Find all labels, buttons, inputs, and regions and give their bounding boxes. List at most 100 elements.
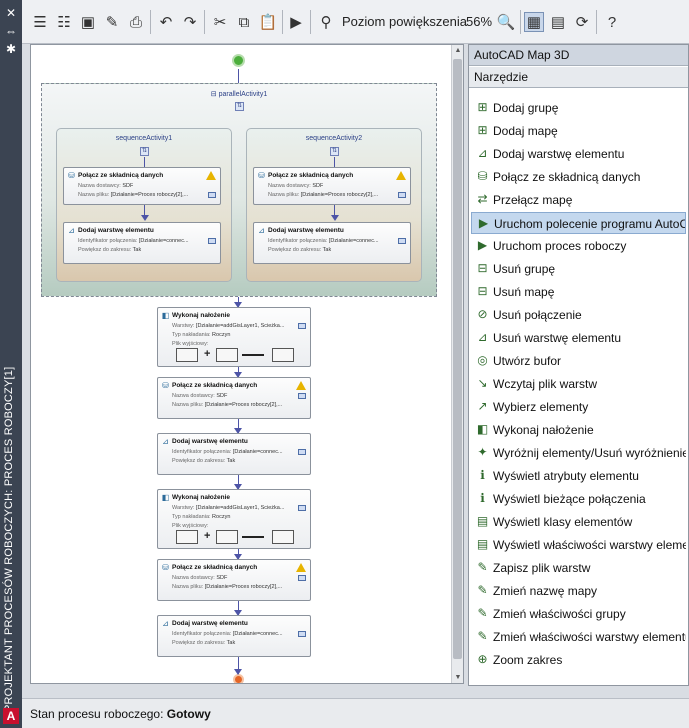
scroll-up-icon[interactable]: ▲ xyxy=(453,46,463,56)
fit-view-icon[interactable]: ▦ xyxy=(524,12,544,32)
edit-property-icon[interactable] xyxy=(298,323,306,329)
activity-add-feature-layer[interactable]: ⊿ Dodaj warstwę elementu Identyfikator p… xyxy=(253,222,411,264)
plus-icon: + xyxy=(204,348,211,360)
end-node[interactable] xyxy=(233,674,244,683)
properties-icon[interactable]: ▤ xyxy=(548,12,568,32)
tool-item[interactable]: ✦ Wyróżnij elementy/Usuń wyróżnienie xyxy=(471,442,686,464)
tool-item[interactable]: ↗ Wybierz elementy xyxy=(471,396,686,418)
edit-property-icon[interactable] xyxy=(298,631,306,637)
activity-overlay[interactable]: ◧ Wykonaj nałożenie Warstwy: [Działanie=ad… xyxy=(157,489,311,549)
edit-property-icon[interactable] xyxy=(298,575,306,581)
status-text: Stan procesu roboczego: Gotowy xyxy=(30,707,211,721)
result-layer-icon xyxy=(272,530,294,544)
pin-icon[interactable]: ⇔ xyxy=(4,24,18,38)
tool-item[interactable]: ℹ Wyświetl bieżące połączenia xyxy=(471,488,686,510)
tool-item[interactable]: ✎ Zmień właściwości warstwy elementu xyxy=(471,626,686,648)
designer-canvas[interactable]: ⊟ parallelActivity1 ⇅ sequenceActivity1 … xyxy=(31,45,453,683)
tool-item[interactable]: ⊟ Usuń grupę xyxy=(471,258,686,280)
tool-item[interactable]: ⇄ Przełącz mapę xyxy=(471,189,686,211)
warning-icon[interactable] xyxy=(206,171,216,180)
start-node[interactable] xyxy=(232,54,245,67)
tool-item[interactable]: ↘ Wczytaj plik warstw xyxy=(471,373,686,395)
sequence-activity[interactable]: sequenceActivity1 ⇅ ⛁ Połącz ze składnic… xyxy=(56,128,232,282)
vertical-scrollbar[interactable]: ▲ ▼ xyxy=(451,45,463,683)
tool-item[interactable]: ⊿ Dodaj warstwę elementu xyxy=(471,143,686,165)
save-icon[interactable]: ▣ xyxy=(78,12,98,32)
connector xyxy=(334,157,335,167)
tool-item[interactable]: ⊞ Dodaj mapę xyxy=(471,120,686,142)
activity-connect-datastore[interactable]: ⛁ Połącz ze składnicą danych Nazwa dostawc… xyxy=(157,377,311,419)
tool-item[interactable]: ⊘ Usuń połączenie xyxy=(471,304,686,326)
sequence-activity[interactable]: sequenceActivity2 ⇅ ⛁ Połącz ze składnic… xyxy=(246,128,422,282)
tool-item[interactable]: ✎ Zapisz plik warstw xyxy=(471,557,686,579)
edit-property-icon[interactable] xyxy=(208,238,216,244)
parallel-activity[interactable]: ⊟ parallelActivity1 ⇅ sequenceActivity1 … xyxy=(41,83,437,297)
warning-icon[interactable] xyxy=(296,381,306,390)
tool-item[interactable]: ℹ Wyświetl atrybuty elementu xyxy=(471,465,686,487)
tool-item[interactable]: ▶ Uruchom polecenie programu AutoCAD xyxy=(471,212,686,234)
tool-item[interactable]: ⊞ Dodaj grupę xyxy=(471,97,686,119)
panel-header[interactable]: AutoCAD Map 3D xyxy=(469,45,688,66)
edit-property-icon[interactable] xyxy=(208,192,216,198)
tool-item[interactable]: ⊕ Zoom zakres xyxy=(471,649,686,671)
tool-item[interactable]: ⊿ Usuń warstwę elementu xyxy=(471,327,686,349)
edit-property-icon[interactable] xyxy=(298,505,306,511)
panel-subheader[interactable]: Narzędzie xyxy=(469,67,688,88)
activity-connect-datastore[interactable]: ⛁ Połącz ze składnicą danych Nazwa dosta… xyxy=(253,167,411,205)
print-icon[interactable]: ⎙ xyxy=(126,12,146,32)
tool-icon: ⊟ xyxy=(477,261,488,275)
close-icon[interactable]: ✕ xyxy=(4,6,18,20)
scroll-thumb[interactable] xyxy=(453,59,462,659)
new-sequence-icon[interactable]: ☷ xyxy=(54,12,74,32)
tool-item[interactable]: ⊟ Usuń mapę xyxy=(471,281,686,303)
new-workflow-icon[interactable]: ☰ xyxy=(30,12,50,32)
tool-icon: ⊟ xyxy=(477,284,488,298)
workflow-designer[interactable]: ⊟ parallelActivity1 ⇅ sequenceActivity1 … xyxy=(30,44,464,684)
zoom-value[interactable]: 56% xyxy=(466,14,492,29)
tool-item[interactable]: ◧ Wykonaj nałożenie xyxy=(471,419,686,441)
edit-property-icon[interactable] xyxy=(398,192,406,198)
activity-connect-datastore[interactable]: ⛁ Połącz ze składnicą danych Nazwa dosta… xyxy=(63,167,221,205)
refresh-icon[interactable]: ⟳ xyxy=(572,12,592,32)
tool-icon: ▶ xyxy=(478,216,489,230)
tool-label: Wykonaj nałożenie xyxy=(493,423,594,437)
warning-icon[interactable] xyxy=(396,171,406,180)
tool-item[interactable]: ▤ Wyświetl właściwości warstwy elementu xyxy=(471,534,686,556)
tool-item[interactable]: ▤ Wyświetl klasy elementów xyxy=(471,511,686,533)
collapse-icon[interactable]: ⊟ xyxy=(211,91,217,98)
activity-overlay[interactable]: ◧ Wykonaj nałożenie Warstwy: [Działanie=ad… xyxy=(157,307,311,367)
settings-icon[interactable]: ✱ xyxy=(4,42,18,56)
scroll-down-icon[interactable]: ▼ xyxy=(453,673,463,683)
run-icon[interactable]: ▶ xyxy=(286,12,306,32)
tool-label: Wyróżnij elementy/Usuń wyróżnienie xyxy=(493,446,686,460)
paste-icon[interactable]: 📋 xyxy=(258,12,278,32)
copy-icon[interactable]: ⧉ xyxy=(234,12,254,32)
tool-label: Dodaj grupę xyxy=(493,101,559,115)
tool-item[interactable]: ⛁ Połącz ze składnicą danych xyxy=(471,166,686,188)
activity-add-feature-layer[interactable]: ⊿ Dodaj warstwę elementu Identyfikator p… xyxy=(63,222,221,264)
redo-icon[interactable]: ↷ xyxy=(180,12,200,32)
tool-label: Zmień właściwości grupy xyxy=(493,607,626,621)
warning-icon[interactable] xyxy=(296,563,306,572)
help-icon[interactable]: ? xyxy=(602,12,622,32)
save-as-icon[interactable]: ✎ xyxy=(102,12,122,32)
zoom-mode-icon[interactable]: ⚲ xyxy=(316,12,336,32)
activity-add-feature-layer[interactable]: ⊿ Dodaj warstwę elementu Identyfikator poł… xyxy=(157,433,311,475)
activity-property: Identyfikator połączenia: [Działanie=con… xyxy=(268,238,379,244)
tool-label: Wyświetl bieżące połączenia xyxy=(493,492,646,506)
edit-property-icon[interactable] xyxy=(298,393,306,399)
arrow-icon xyxy=(331,215,339,221)
zoom-icon[interactable]: 🔍 xyxy=(496,12,516,32)
tool-item[interactable]: ✎ Zmień właściwości grupy xyxy=(471,603,686,625)
activity-add-feature-layer[interactable]: ⊿ Dodaj warstwę elementu Identyfikator poł… xyxy=(157,615,311,657)
edit-property-icon[interactable] xyxy=(398,238,406,244)
activity-property: Identyfikator połączenia: [Działanie=con… xyxy=(172,631,283,637)
tool-item[interactable]: ▶ Uruchom proces roboczy xyxy=(471,235,686,257)
activity-connect-datastore[interactable]: ⛁ Połącz ze składnicą danych Nazwa dostawc… xyxy=(157,559,311,601)
tool-label: Wyświetl atrybuty elementu xyxy=(493,469,639,483)
undo-icon[interactable]: ↶ xyxy=(156,12,176,32)
edit-property-icon[interactable] xyxy=(298,449,306,455)
tool-item[interactable]: ◎ Utwórz bufor xyxy=(471,350,686,372)
cut-icon[interactable]: ✂ xyxy=(210,12,230,32)
tool-item[interactable]: ✎ Zmień nazwę mapy xyxy=(471,580,686,602)
